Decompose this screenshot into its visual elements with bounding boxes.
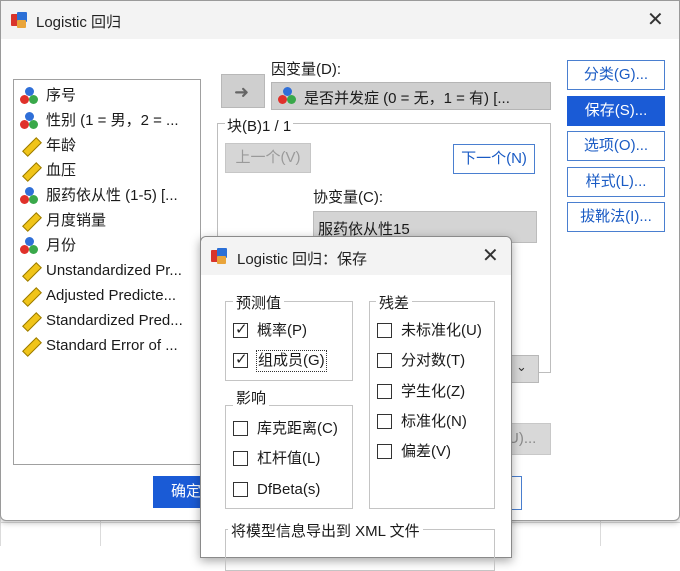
save-dialog: Logistic 回归：保存 ✕ 预测值 ✓ 概率(P) ✓ 组成员(G) 影响… bbox=[200, 236, 512, 571]
predicted-values-label: 预测值 bbox=[233, 292, 285, 313]
next-block-button[interactable]: 下一个(N) bbox=[453, 144, 535, 174]
dialog-title: Logistic 回归 bbox=[36, 14, 122, 31]
title-bar: Logistic 回归 ✕ bbox=[1, 1, 679, 39]
save-button[interactable]: 保存(S)... bbox=[567, 96, 665, 126]
scale-variable-icon bbox=[20, 337, 42, 357]
checkbox-icon: ✓ bbox=[233, 321, 248, 338]
nominal-variable-icon bbox=[20, 112, 38, 130]
spss-app-icon bbox=[11, 12, 27, 28]
close-icon[interactable]: ✕ bbox=[647, 10, 664, 30]
chevron-down-icon: ⌄ bbox=[516, 359, 527, 374]
save-dialog-title: Logistic 回归：保存 bbox=[237, 251, 368, 268]
dependent-variable-field[interactable]: 是否并发症 (0 = 无，1 = 有) [... bbox=[271, 82, 551, 110]
arrow-right-icon: ➜ bbox=[234, 82, 250, 102]
bootstrap-button[interactable]: 拔靴法(I)... bbox=[567, 202, 665, 232]
checkbox-icon bbox=[233, 421, 248, 436]
categorical-button[interactable]: 分类(G)... bbox=[567, 60, 665, 90]
scale-variable-icon bbox=[20, 137, 42, 157]
checkbox-icon bbox=[377, 384, 392, 399]
close-icon[interactable]: ✕ bbox=[482, 246, 499, 266]
scale-variable-icon bbox=[20, 212, 42, 232]
checkbox-icon bbox=[377, 444, 392, 459]
dependent-label: 因变量(D): bbox=[271, 61, 341, 78]
categorical-partial-button[interactable]: U)... bbox=[507, 423, 551, 455]
xml-export-label: 将模型信息导出到 XML 文件 bbox=[228, 520, 423, 541]
checkbox-icon bbox=[377, 414, 392, 429]
save-title-bar: Logistic 回归：保存 ✕ bbox=[201, 237, 511, 275]
nominal-variable-icon bbox=[20, 237, 38, 255]
checkbox-icon bbox=[233, 451, 248, 466]
block-label: 块(B)1 / 1 bbox=[225, 115, 294, 136]
checkbox-icon bbox=[377, 353, 392, 368]
nominal-variable-icon bbox=[278, 87, 296, 105]
covariates-label: 协变量(C): bbox=[313, 189, 383, 206]
spss-app-icon bbox=[211, 248, 227, 264]
residuals-label: 残差 bbox=[376, 292, 413, 313]
nominal-variable-icon bbox=[20, 187, 38, 205]
checkbox-icon: ✓ bbox=[233, 351, 248, 368]
scale-variable-icon bbox=[20, 312, 42, 332]
checkbox-icon bbox=[377, 323, 392, 338]
checkbox-icon bbox=[233, 482, 248, 497]
previous-block-button[interactable]: 上一个(V) bbox=[225, 143, 311, 173]
source-variable-list[interactable]: 序号 性别 (1 = 男，2 = ... 年龄 血压 服药依从性 (1-5) [… bbox=[13, 79, 201, 465]
scale-variable-icon bbox=[20, 162, 42, 182]
scale-variable-icon bbox=[20, 287, 42, 307]
scale-variable-icon bbox=[20, 262, 42, 282]
nominal-variable-icon bbox=[20, 87, 38, 105]
move-to-dependent-button[interactable]: ➜ bbox=[221, 74, 265, 108]
options-button[interactable]: 选项(O)... bbox=[567, 131, 665, 161]
style-button[interactable]: 样式(L)... bbox=[567, 167, 665, 197]
influence-label: 影响 bbox=[233, 387, 270, 408]
